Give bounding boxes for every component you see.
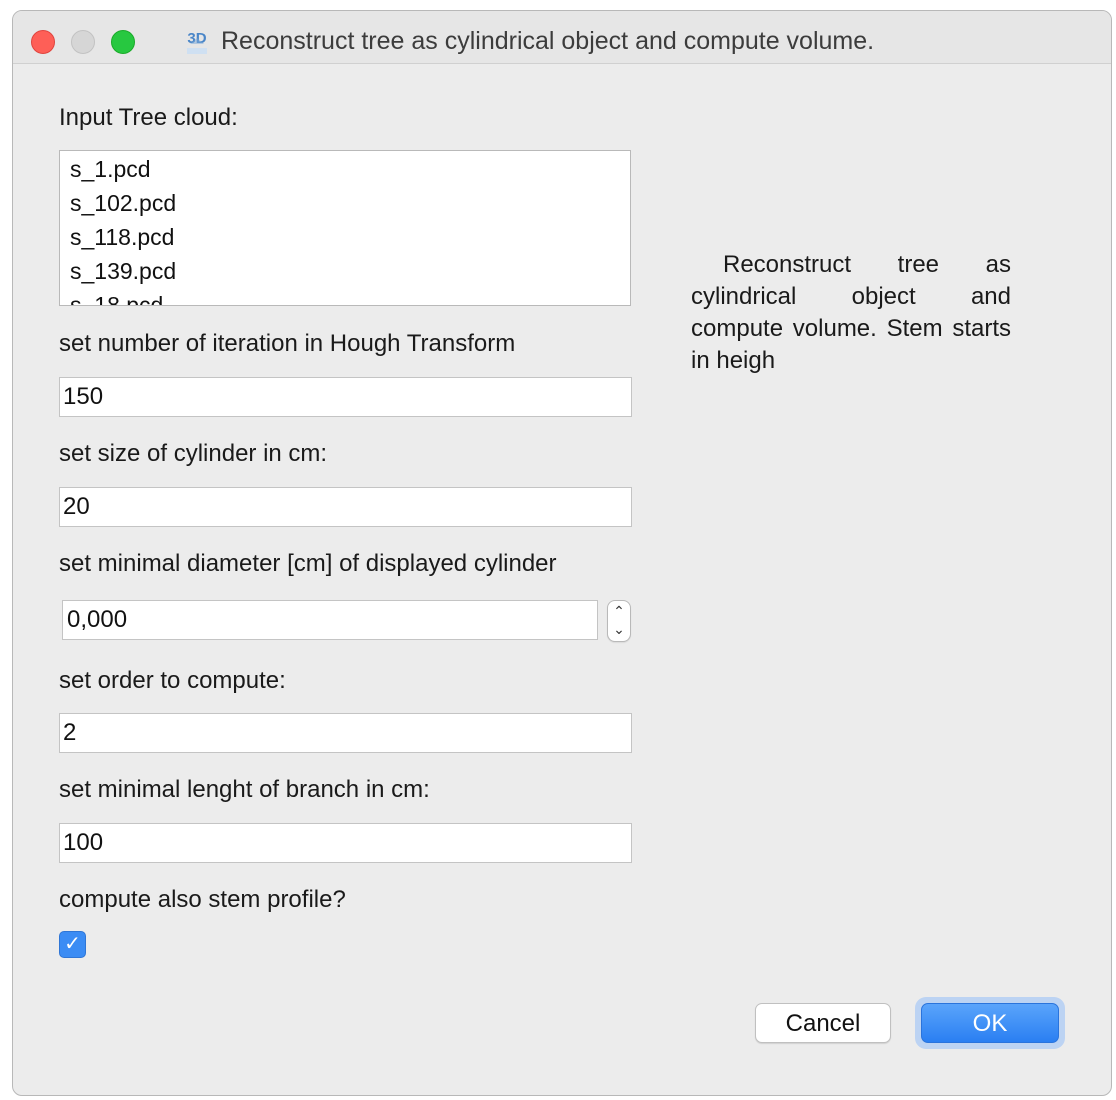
dialog-window: 3D Reconstruct tree as cylindrical objec… [12,10,1112,1096]
min-branch-length-label: set minimal lenght of branch in cm: [59,776,430,803]
description-text: Reconstruct tree as cylindrical object a… [691,251,1011,374]
checkmark-icon: ✓ [64,933,81,955]
min-diameter-stepper[interactable]: ⌃ ⌄ [607,600,631,642]
min-diameter-input[interactable]: 0,000 [62,600,598,640]
stem-profile-label: compute also stem profile? [59,886,346,913]
cylinder-size-label: set size of cylinder in cm: [59,440,328,467]
input-tree-cloud-list[interactable]: s_1.pcd s_102.pcd s_118.pcd s_139.pcd s_… [59,150,631,306]
close-window-button[interactable] [31,30,55,54]
ok-button[interactable]: OK [921,1003,1059,1043]
list-item[interactable]: s_18.pcd [60,288,630,305]
order-label: set order to compute: [59,667,286,694]
hough-iterations-input[interactable]: 150 [59,377,632,417]
stepper-up-icon[interactable]: ⌃ [608,602,630,620]
title-bar[interactable]: 3D Reconstruct tree as cylindrical objec… [13,11,1111,64]
cancel-button[interactable]: Cancel [755,1003,891,1043]
minimize-window-button[interactable] [71,30,95,54]
window-title: Reconstruct tree as cylindrical object a… [221,27,875,55]
list-item[interactable]: s_1.pcd [60,152,630,186]
min-diameter-label: set minimal diameter [cm] of displayed c… [59,550,557,577]
min-branch-length-input[interactable]: 100 [59,823,632,863]
hough-iterations-label: set number of iteration in Hough Transfo… [59,330,516,357]
input-tree-cloud-label: Input Tree cloud: [59,104,238,131]
stem-profile-checkbox[interactable]: ✓ [59,931,86,958]
list-item[interactable]: s_118.pcd [60,220,630,254]
cylinder-size-input[interactable]: 20 [59,487,632,527]
maximize-window-button[interactable] [111,30,135,54]
order-input[interactable]: 2 [59,713,632,753]
stepper-down-icon[interactable]: ⌄ [608,620,630,638]
list-item[interactable]: s_102.pcd [60,186,630,220]
list-item[interactable]: s_139.pcd [60,254,630,288]
app-icon: 3D [187,30,207,54]
